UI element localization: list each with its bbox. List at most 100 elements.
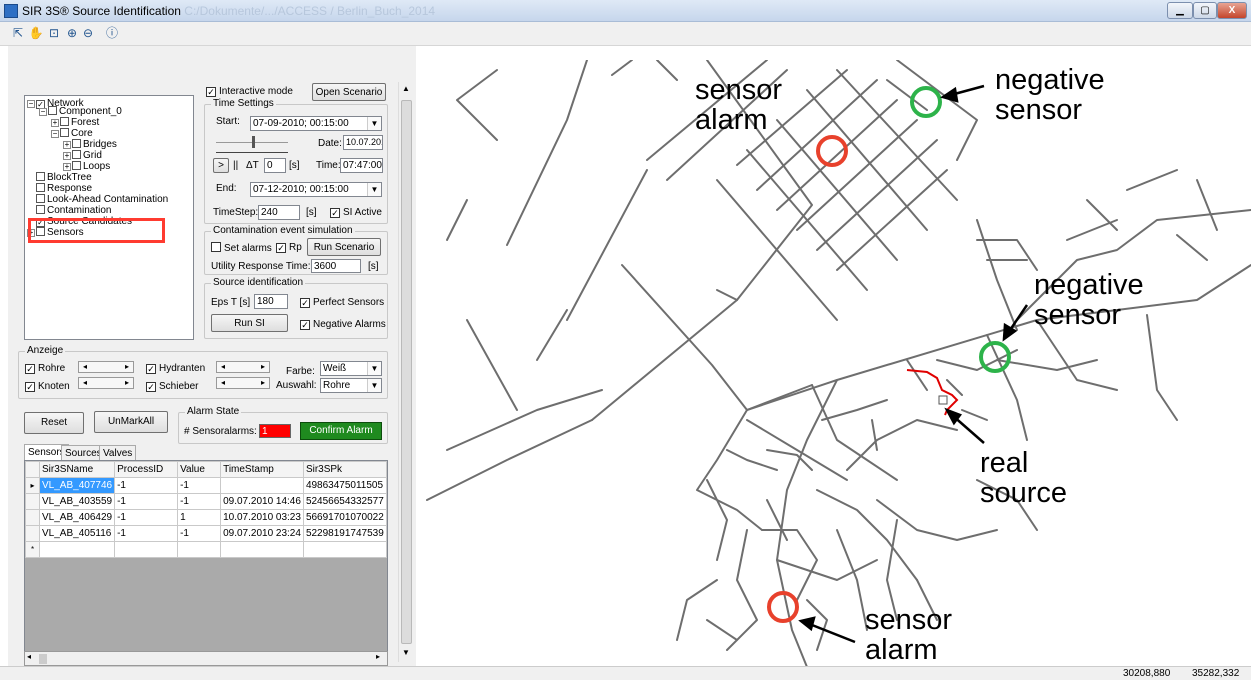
auswahl-select[interactable]: Rohre ▼ (320, 378, 382, 393)
row-header[interactable]: ▸ (25, 477, 40, 494)
table-cell[interactable] (220, 477, 304, 494)
row-header[interactable] (25, 509, 40, 526)
rp-checkbox[interactable]: ✓ Rp (276, 242, 302, 253)
confirm-alarm-button[interactable]: Confirm Alarm (300, 422, 382, 440)
time-field[interactable]: 07:47:00 (340, 158, 383, 173)
arrow-left-icon[interactable]: ◂ (27, 652, 31, 661)
scrollbar-thumb[interactable] (39, 654, 47, 664)
tree-expander-icon[interactable]: − (39, 108, 47, 116)
tree-expander-icon[interactable]: + (51, 119, 59, 127)
schieber-checkbox[interactable]: ✓ Schieber (146, 381, 198, 392)
checkbox-empty-icon[interactable] (72, 150, 81, 159)
table-cell[interactable]: 56691701070022 (302, 509, 387, 526)
rohre-width-scroll[interactable]: ◂ ▸ (78, 361, 134, 373)
checkbox-empty-icon[interactable] (36, 172, 45, 181)
table-cell[interactable]: -1 (177, 477, 222, 494)
tree-item[interactable]: Look-Ahead Contamination (27, 194, 168, 205)
column-header[interactable]: ProcessID (114, 461, 179, 478)
delta-t-field[interactable]: 0 (264, 158, 286, 173)
scrollbar-thumb[interactable] (401, 100, 412, 644)
set-alarms-checkbox[interactable]: Set alarms (211, 242, 272, 254)
timestep-field[interactable]: 240 (258, 205, 300, 220)
time-slider[interactable] (216, 135, 288, 153)
arrow-right-icon[interactable]: ▸ (376, 652, 380, 661)
checkbox-empty-icon[interactable] (48, 106, 57, 115)
table-cell[interactable]: VL_AB_405116 (38, 525, 116, 542)
table-cell[interactable]: 49863475011505 (302, 477, 387, 494)
tree-expander-icon[interactable]: + (63, 152, 71, 160)
table-cell[interactable]: -1 (114, 493, 179, 510)
table-new-row[interactable]: * (25, 541, 387, 558)
checkbox-empty-icon[interactable] (36, 205, 45, 214)
hand-icon[interactable]: ✋ (28, 25, 44, 41)
zoom-in-icon[interactable]: ⊕ (64, 25, 80, 41)
tree-item[interactable]: BlockTree (27, 172, 92, 183)
table-cell[interactable] (38, 541, 116, 558)
maximize-button[interactable]: ▢ (1193, 2, 1217, 19)
table-cell[interactable]: -1 (114, 525, 179, 542)
checkbox-empty-icon[interactable] (36, 194, 45, 203)
tree-item[interactable]: Response (27, 183, 92, 194)
table-cell[interactable] (114, 541, 179, 558)
eps-field[interactable]: 180 (254, 294, 288, 309)
minimize-button[interactable]: ▁ (1167, 2, 1193, 19)
table-row[interactable]: VL_AB_405116 -1 -1 09.07.2010 23:24 52298191… (25, 525, 387, 542)
grid-horizontal-scrollbar[interactable]: ◂ ▸ (24, 651, 388, 666)
slider-thumb[interactable] (252, 136, 255, 148)
hydranten-checkbox[interactable]: ✓ Hydranten (146, 363, 205, 374)
tree-item[interactable]: + Grid (63, 150, 102, 161)
schieber-size-scroll[interactable]: ◂ ▸ (216, 377, 270, 389)
table-cell[interactable]: 52298191747539 (302, 525, 387, 542)
table-cell[interactable]: 1 (177, 509, 222, 526)
zoom-out-icon[interactable]: ⊖ (80, 25, 96, 41)
farbe-select[interactable]: Weiß ▼ (320, 361, 382, 376)
table-row[interactable]: VL_AB_403559 -1 -1 09.07.2010 14:46 52456654… (25, 493, 387, 510)
si-active-checkbox[interactable]: ✓ SI Active (330, 207, 382, 218)
table-cell[interactable]: 09.07.2010 14:46 (220, 493, 304, 510)
knoten-checkbox[interactable]: ✓ Knoten (25, 381, 70, 392)
tree-item[interactable]: Contamination (27, 205, 111, 216)
column-header[interactable]: Value (177, 461, 222, 478)
row-header[interactable] (25, 493, 40, 510)
tree-item[interactable]: − Component_0 (39, 106, 122, 117)
scroll-up-icon[interactable]: ▲ (402, 84, 410, 93)
tree-expander-icon[interactable]: − (27, 100, 35, 108)
pause-button[interactable]: || (233, 160, 238, 171)
reset-button[interactable]: Reset (24, 412, 84, 434)
table-cell[interactable] (220, 541, 304, 558)
table-row[interactable]: VL_AB_406429 -1 1 10.07.2010 03:23 566917010… (25, 509, 387, 526)
sensor-alarm-circle[interactable] (767, 591, 799, 623)
run-scenario-button[interactable]: Run Scenario (307, 238, 381, 256)
pan-icon[interactable]: ⇱ (10, 25, 26, 41)
perfect-sensors-checkbox[interactable]: ✓ Perfect Sensors (300, 297, 384, 308)
table-cell[interactable]: -1 (114, 477, 179, 494)
table-cell[interactable]: 52456654332577 (302, 493, 387, 510)
table-cell[interactable] (302, 541, 387, 558)
checkbox-empty-icon[interactable] (72, 161, 81, 170)
table-cell[interactable] (177, 541, 222, 558)
run-si-button[interactable]: Run SI (211, 314, 288, 332)
tab-valves[interactable]: Valves (99, 445, 137, 461)
table-cell[interactable]: 09.07.2010 23:24 (220, 525, 304, 542)
left-panel-scrollbar[interactable]: ▲ ▼ (398, 82, 414, 662)
tree-expander-icon[interactable]: + (63, 163, 71, 171)
table-cell[interactable]: VL_AB_406429 (38, 509, 116, 526)
sensors-grid[interactable]: Sir3SName ProcessID Value TimeStamp Sir3… (24, 460, 388, 666)
network-map[interactable]: sensor alarm negative sensor negative se… (417, 59, 1251, 668)
row-header[interactable] (25, 525, 40, 542)
info-icon[interactable]: ⓘ (104, 25, 120, 41)
column-header[interactable]: Sir3SPk (302, 461, 387, 478)
zoom-window-icon[interactable]: ⊡ (46, 25, 62, 41)
start-select[interactable]: 07-09-2010; 00:15:00 ▼ (250, 116, 382, 131)
table-cell[interactable]: VL_AB_407746 (38, 477, 116, 494)
checkbox-empty-icon[interactable] (60, 128, 69, 137)
table-cell[interactable]: -1 (177, 493, 222, 510)
interactive-mode-checkbox[interactable]: ✓ Interactive mode (206, 86, 293, 97)
hydranten-size-scroll[interactable]: ◂ ▸ (216, 361, 270, 373)
rohre-checkbox[interactable]: ✓ Rohre (25, 363, 65, 374)
knoten-size-scroll[interactable]: ◂ ▸ (78, 377, 134, 389)
tree-item[interactable]: + Bridges (63, 139, 117, 150)
scroll-down-icon[interactable]: ▼ (402, 648, 410, 657)
checkbox-empty-icon[interactable] (36, 183, 45, 192)
tree-expander-icon[interactable]: − (51, 130, 59, 138)
